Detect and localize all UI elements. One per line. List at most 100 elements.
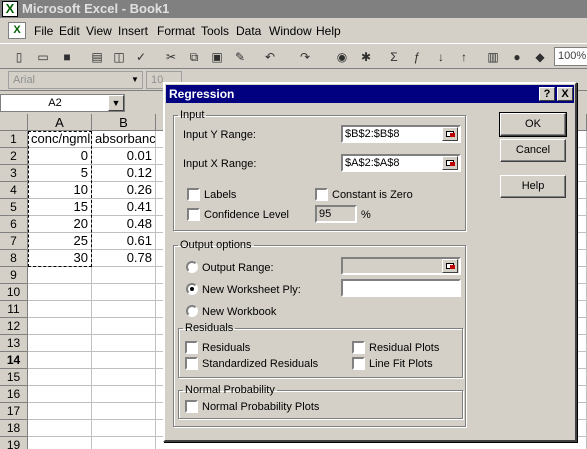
grid-cell[interactable] [92, 267, 156, 284]
grid-cell[interactable] [28, 318, 92, 335]
help-icon[interactable]: ? [539, 87, 555, 101]
row-header[interactable]: 6 [0, 216, 28, 233]
grid-cell[interactable]: 15 [28, 199, 92, 216]
residuals-checkbox[interactable] [185, 341, 198, 354]
spelling-icon[interactable]: ✓ [132, 48, 150, 66]
grid-cell[interactable]: absorbance [92, 131, 156, 148]
grid-cell[interactable] [28, 386, 92, 403]
column-header-a[interactable]: A [28, 114, 92, 131]
cancel-button[interactable]: Cancel [500, 139, 566, 162]
help-button[interactable]: Help [500, 175, 566, 198]
row-header[interactable]: 8 [0, 250, 28, 267]
grid-cell[interactable] [92, 284, 156, 301]
grid-cell[interactable]: conc/ngml [28, 131, 92, 148]
row-header[interactable]: 9 [0, 267, 28, 284]
grid-cell[interactable] [28, 267, 92, 284]
web-toolbar-icon[interactable]: ✱ [357, 48, 375, 66]
grid-cell[interactable]: 5 [28, 165, 92, 182]
chevron-down-icon[interactable]: ▼ [129, 73, 141, 87]
grid-cell[interactable] [92, 420, 156, 437]
residual-plots-checkbox[interactable] [352, 341, 365, 354]
collapse-dialog-icon[interactable] [442, 127, 458, 141]
row-header[interactable]: 18 [0, 420, 28, 437]
copy-icon[interactable]: ⧉ [185, 48, 203, 66]
workbook-icon[interactable]: X [8, 22, 26, 39]
paste-icon[interactable]: ▣ [208, 48, 226, 66]
print-preview-icon[interactable]: ◫ [110, 48, 128, 66]
grid-cell[interactable] [92, 369, 156, 386]
new-worksheet-ply-radio[interactable] [186, 283, 198, 295]
grid-cell[interactable] [28, 335, 92, 352]
grid-cell[interactable]: 0.78 [92, 250, 156, 267]
row-header[interactable]: 4 [0, 182, 28, 199]
hyperlink-icon[interactable]: ◉ [333, 48, 351, 66]
grid-cell[interactable]: 0.26 [92, 182, 156, 199]
sort-ascending-icon[interactable]: ↓ [432, 48, 450, 66]
row-header[interactable]: 3 [0, 165, 28, 182]
drawing-icon[interactable]: ◆ [531, 48, 549, 66]
cut-icon[interactable]: ✂ [162, 48, 180, 66]
font-select[interactable]: Arial ▼ [8, 71, 143, 89]
undo-icon[interactable]: ↶ [261, 48, 279, 66]
redo-icon[interactable]: ↷ [296, 48, 314, 66]
new-workbook-radio[interactable] [186, 305, 198, 317]
row-header[interactable]: 16 [0, 386, 28, 403]
labels-checkbox[interactable] [187, 188, 200, 201]
grid-cell[interactable] [92, 301, 156, 318]
grid-cell[interactable] [28, 352, 92, 369]
menu-insert[interactable]: Insert [118, 23, 148, 39]
dialog-title-bar[interactable]: Regression ? X [166, 85, 574, 103]
grid-cell[interactable]: 10 [28, 182, 92, 199]
row-header[interactable]: 12 [0, 318, 28, 335]
normal-probability-plots-checkbox[interactable] [185, 400, 198, 413]
close-icon[interactable]: X [557, 87, 573, 101]
row-header[interactable]: 1 [0, 131, 28, 148]
grid-cell[interactable]: 0.41 [92, 199, 156, 216]
grid-cell[interactable] [92, 335, 156, 352]
print-icon[interactable]: ▤ [88, 48, 106, 66]
row-header[interactable]: 14 [0, 352, 28, 369]
name-box[interactable]: A2 ▼ [0, 94, 125, 112]
grid-cell[interactable]: 20 [28, 216, 92, 233]
row-header[interactable]: 7 [0, 233, 28, 250]
menu-file[interactable]: File [34, 23, 53, 39]
save-icon[interactable]: ■ [58, 48, 76, 66]
grid-cell[interactable] [92, 403, 156, 420]
menu-format[interactable]: Format [157, 23, 195, 39]
grid-cell[interactable] [92, 437, 156, 449]
confidence-level-field[interactable]: 95 [315, 205, 357, 223]
menu-help[interactable]: Help [316, 23, 341, 39]
output-range-radio[interactable] [186, 261, 198, 273]
confidence-level-checkbox[interactable] [187, 208, 200, 221]
grid-cell[interactable] [92, 318, 156, 335]
grid-cell[interactable]: 25 [28, 233, 92, 250]
open-icon[interactable]: ▭ [34, 48, 52, 66]
sort-descending-icon[interactable]: ↑ [455, 48, 473, 66]
menu-window[interactable]: Window [269, 23, 312, 39]
function-icon[interactable]: ƒ [408, 48, 426, 66]
row-header[interactable]: 15 [0, 369, 28, 386]
constant-is-zero-checkbox[interactable] [315, 188, 328, 201]
grid-cell[interactable] [28, 403, 92, 420]
grid-cell[interactable] [28, 369, 92, 386]
collapse-dialog-icon[interactable] [442, 259, 458, 273]
grid-cell[interactable] [92, 386, 156, 403]
new-worksheet-ply-field[interactable] [341, 279, 461, 297]
row-header[interactable]: 19 [0, 437, 28, 449]
menu-data[interactable]: Data [236, 23, 261, 39]
grid-cell[interactable] [28, 420, 92, 437]
grid-cell[interactable]: 0.48 [92, 216, 156, 233]
row-header[interactable]: 10 [0, 284, 28, 301]
chevron-down-icon[interactable]: ▼ [108, 95, 124, 111]
new-icon[interactable]: ▯ [10, 48, 28, 66]
menu-tools[interactable]: Tools [201, 23, 229, 39]
row-header[interactable]: 13 [0, 335, 28, 352]
autosum-icon[interactable]: Σ [385, 48, 403, 66]
grid-cell[interactable] [28, 284, 92, 301]
grid-cell[interactable] [28, 301, 92, 318]
format-painter-icon[interactable]: ✎ [231, 48, 249, 66]
row-header[interactable]: 17 [0, 403, 28, 420]
grid-cell[interactable]: 0 [28, 148, 92, 165]
grid-cell[interactable] [92, 352, 156, 369]
ok-button[interactable]: OK [499, 112, 567, 137]
